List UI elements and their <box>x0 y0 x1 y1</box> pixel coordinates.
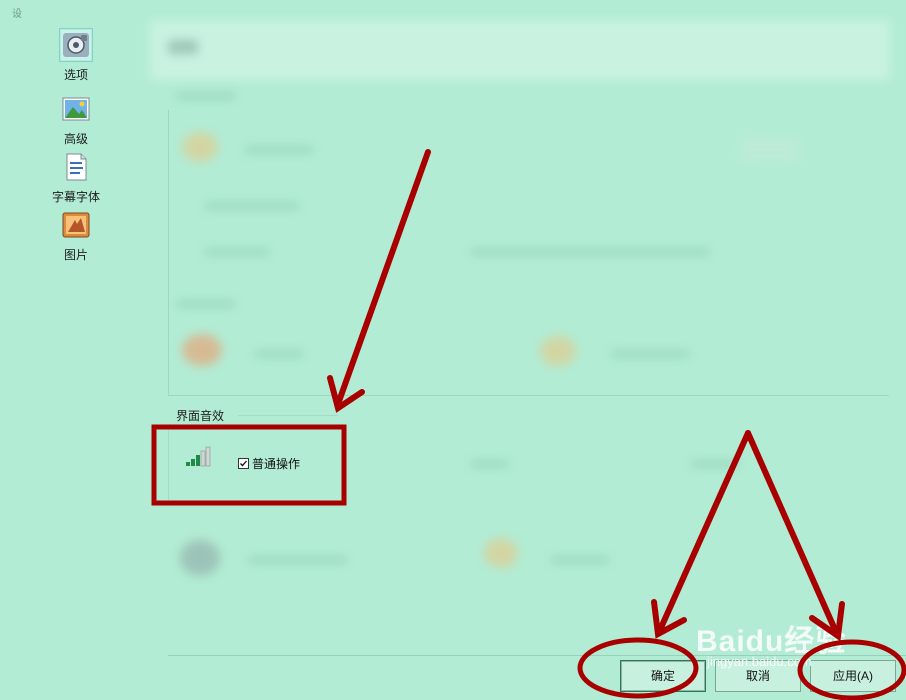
ok-button[interactable]: 确定 <box>620 660 706 692</box>
group-title-sound: 界面音效 <box>176 407 229 424</box>
window-title: 设 <box>12 9 22 20</box>
advanced-icon <box>61 94 91 124</box>
sidebar-item-label: 高级 <box>63 132 88 146</box>
settings-group-frame <box>168 110 889 396</box>
arrowhead-icon <box>651 599 687 639</box>
arrow-to-apply <box>745 430 839 635</box>
highlight-box <box>151 424 347 506</box>
normal-operation-checkbox[interactable] <box>238 458 249 469</box>
subtitle-font-icon <box>61 152 91 182</box>
normal-operation-label[interactable]: 普通操作 <box>252 455 300 472</box>
group-divider <box>238 415 338 416</box>
sidebar-item-label: 选项 <box>63 68 88 82</box>
sidebar-item-label: 字幕字体 <box>51 190 100 204</box>
image-icon <box>61 210 91 240</box>
checkmark-icon <box>240 460 247 467</box>
apply-button[interactable]: 应用(A) <box>810 660 896 692</box>
options-icon <box>59 28 93 62</box>
baidu-watermark-url: jingyan.baidu.com <box>707 654 812 669</box>
sidebar-item-label: 图片 <box>63 248 88 262</box>
group-border <box>168 430 169 500</box>
volume-level-icon <box>186 446 216 468</box>
